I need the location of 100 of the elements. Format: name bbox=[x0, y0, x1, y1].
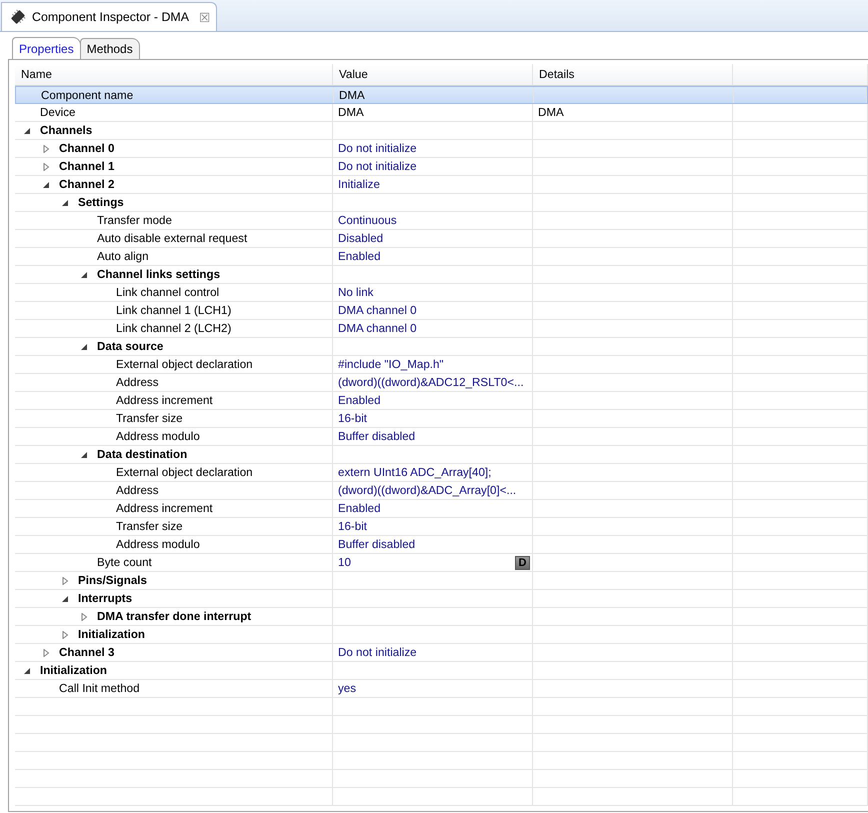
property-value: No link bbox=[338, 286, 374, 299]
property-name: Byte count bbox=[97, 556, 152, 569]
close-icon[interactable]: ☒ bbox=[199, 10, 210, 24]
property-value: #include "IO_Map.h" bbox=[338, 358, 444, 371]
property-row[interactable]: Auto align Enabled bbox=[15, 248, 868, 266]
property-value: Enabled bbox=[338, 250, 381, 263]
property-value: DMA bbox=[339, 88, 365, 102]
property-row[interactable]: Transfer mode Continuous bbox=[15, 212, 868, 230]
property-value: (dword)((dword)&ADC_Array[0]<... bbox=[338, 484, 516, 497]
property-row[interactable]: Channels bbox=[15, 122, 868, 140]
details-value: DMA bbox=[538, 106, 564, 119]
property-row[interactable]: Channel 2 Initialize bbox=[15, 176, 868, 194]
property-row[interactable]: Address modulo Buffer disabled bbox=[15, 536, 868, 554]
property-row[interactable]: Transfer size 16-bit bbox=[15, 410, 868, 428]
property-name: Pins/Signals bbox=[78, 574, 147, 587]
property-name: Transfer mode bbox=[97, 214, 172, 227]
property-value: Enabled bbox=[338, 502, 381, 515]
property-value: Do not initialize bbox=[338, 160, 417, 173]
property-value: DMA channel 0 bbox=[338, 304, 417, 317]
property-name: Call Init method bbox=[59, 682, 140, 695]
property-name: Transfer size bbox=[116, 412, 183, 425]
property-name: Address increment bbox=[116, 502, 213, 515]
property-row[interactable]: Address increment Enabled bbox=[15, 392, 868, 410]
property-name: Channel 3 bbox=[59, 646, 114, 659]
property-name: Address bbox=[116, 484, 159, 497]
property-value: Buffer disabled bbox=[338, 430, 416, 443]
property-name: Link channel 2 (LCH2) bbox=[116, 322, 232, 335]
property-name: Interrupts bbox=[78, 592, 132, 605]
property-row[interactable]: Byte count 10 D bbox=[15, 554, 868, 572]
property-row[interactable]: Channel 0 Do not initialize bbox=[15, 140, 868, 158]
property-value: 10 bbox=[338, 556, 351, 569]
property-row[interactable]: Data destination bbox=[15, 446, 868, 464]
property-name: Auto disable external request bbox=[97, 232, 248, 245]
property-value: DMA channel 0 bbox=[338, 322, 417, 335]
property-name: Channel 0 bbox=[59, 142, 114, 155]
property-row[interactable]: External object declaration #include "IO_Map.h" bbox=[15, 356, 868, 374]
property-row[interactable]: Settings bbox=[15, 194, 868, 212]
property-row[interactable]: Channel 1 Do not initialize bbox=[15, 158, 868, 176]
property-row[interactable]: DMA transfer done interrupt bbox=[15, 608, 868, 626]
property-name: Link channel control bbox=[116, 286, 220, 299]
property-name: Initialization bbox=[40, 664, 107, 677]
property-row[interactable]: Call Init method yes bbox=[15, 680, 868, 698]
property-value: extern UInt16 ADC_Array[40]; bbox=[338, 466, 492, 479]
property-row[interactable]: Device DMA DMA bbox=[15, 104, 868, 122]
property-row[interactable]: Link channel control No link bbox=[15, 284, 868, 302]
tab[interactable]: Properties bbox=[12, 37, 81, 59]
view-tab[interactable]: Component Inspector - DMA ☒ bbox=[1, 2, 218, 31]
property-row[interactable]: Address (dword)((dword)&ADC_Array[0]<... bbox=[15, 482, 868, 500]
property-row[interactable]: Auto disable external request Disabled bbox=[15, 230, 868, 248]
property-value: Initialize bbox=[338, 178, 380, 191]
property-row[interactable]: Data source bbox=[15, 338, 868, 356]
property-row[interactable]: Link channel 1 (LCH1) DMA channel 0 bbox=[15, 302, 868, 320]
property-value: Disabled bbox=[338, 232, 384, 245]
column-header[interactable]: Value bbox=[333, 64, 533, 85]
property-value: Do not initialize bbox=[338, 646, 417, 659]
property-row[interactable]: Initialization bbox=[15, 626, 868, 644]
property-name: Address bbox=[116, 376, 159, 389]
property-row[interactable]: Channel 3 Do not initialize bbox=[15, 644, 868, 662]
property-name: Auto align bbox=[97, 250, 149, 263]
property-name: Channels bbox=[40, 124, 92, 137]
property-row[interactable]: Channel links settings bbox=[15, 266, 868, 284]
property-name: External object declaration bbox=[116, 358, 253, 371]
view-title: Component Inspector - DMA bbox=[32, 10, 190, 24]
property-value: 16-bit bbox=[338, 520, 368, 533]
property-name: Component name bbox=[41, 88, 134, 102]
property-value: Continuous bbox=[338, 214, 397, 227]
property-name: Address increment bbox=[116, 394, 213, 407]
column-header[interactable]: Details bbox=[533, 64, 733, 85]
property-row[interactable]: Link channel 2 (LCH2) DMA channel 0 bbox=[15, 320, 868, 338]
property-row[interactable]: Transfer size 16-bit bbox=[15, 518, 868, 536]
property-name: Channel 2 bbox=[59, 178, 114, 191]
property-row[interactable]: Component name DMA bbox=[15, 86, 868, 104]
property-value: DMA bbox=[338, 106, 364, 119]
property-name: Channel 1 bbox=[59, 160, 114, 173]
property-name: DMA transfer done interrupt bbox=[97, 610, 252, 623]
column-header[interactable]: Name bbox=[15, 64, 333, 85]
property-name: Data destination bbox=[97, 448, 188, 461]
tab[interactable]: Methods bbox=[80, 38, 140, 59]
property-value: Buffer disabled bbox=[338, 538, 416, 551]
property-row[interactable]: Interrupts bbox=[15, 590, 868, 608]
property-value: yes bbox=[338, 682, 356, 695]
property-value: Do not initialize bbox=[338, 142, 417, 155]
property-name: Address modulo bbox=[116, 430, 200, 443]
property-row[interactable]: Pins/Signals bbox=[15, 572, 868, 590]
property-value: Enabled bbox=[338, 394, 381, 407]
property-row[interactable]: Address (dword)((dword)&ADC12_RSLT0<... bbox=[15, 374, 868, 392]
property-row[interactable]: Initialization bbox=[15, 662, 868, 680]
property-row[interactable]: External object declaration extern UInt16 ADC_Array[40]; bbox=[15, 464, 868, 482]
property-row[interactable]: Address modulo Buffer disabled bbox=[15, 428, 868, 446]
property-name: Initialization bbox=[78, 628, 145, 641]
property-name: Channel links settings bbox=[97, 268, 220, 281]
property-row[interactable]: Address increment Enabled bbox=[15, 500, 868, 518]
property-name: External object declaration bbox=[116, 466, 253, 479]
property-value: 16-bit bbox=[338, 412, 368, 425]
property-name: Link channel 1 (LCH1) bbox=[116, 304, 232, 317]
property-name: Device bbox=[40, 106, 76, 119]
property-value: (dword)((dword)&ADC12_RSLT0<... bbox=[338, 376, 524, 389]
property-name: Data source bbox=[97, 340, 164, 353]
default-button[interactable]: D bbox=[515, 556, 530, 570]
property-name: Settings bbox=[78, 196, 124, 209]
